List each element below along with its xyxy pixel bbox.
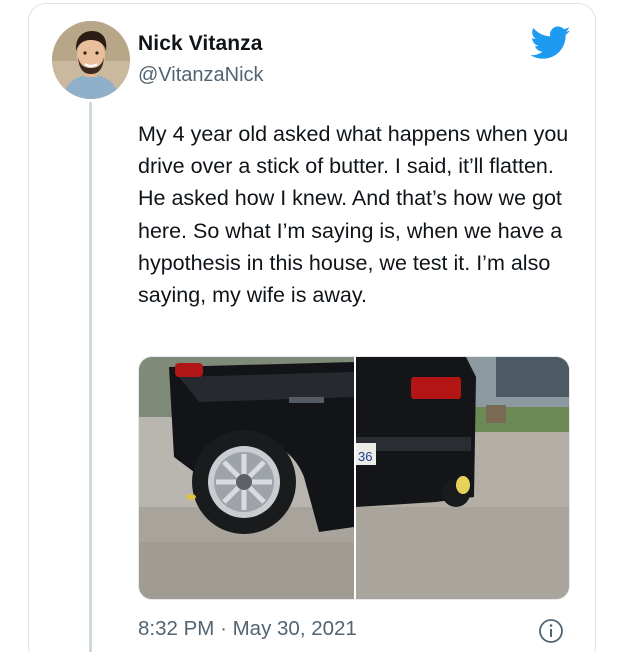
tweet-media[interactable]: 36 xyxy=(138,356,570,600)
car-wheel-photo[interactable] xyxy=(139,357,354,599)
separator-dot: · xyxy=(220,617,227,640)
car-rear-photo[interactable]: 36 xyxy=(356,357,569,599)
tweet-date: May 30, 2021 xyxy=(232,617,357,640)
tweet-timestamp[interactable]: 8:32 PM · May 30, 2021 xyxy=(138,617,357,641)
tweet-time: 8:32 PM xyxy=(138,617,215,640)
author-name[interactable]: Nick Vitanza xyxy=(138,32,263,56)
author-handle[interactable]: @VitanzaNick xyxy=(138,64,264,87)
avatar[interactable] xyxy=(52,21,130,99)
twitter-bird-icon[interactable] xyxy=(531,26,571,60)
license-plate-text: 36 xyxy=(358,449,372,464)
tweet-text: My 4 year old asked what happens when yo… xyxy=(138,122,569,308)
thread-line xyxy=(89,102,92,652)
info-icon[interactable] xyxy=(538,618,564,644)
